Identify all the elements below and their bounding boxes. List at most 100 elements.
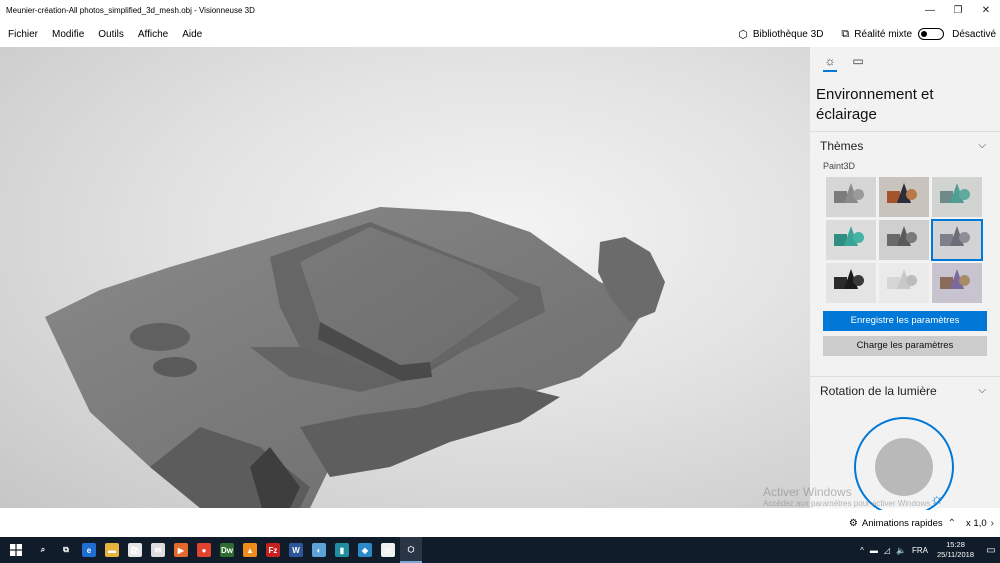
chevron-down-icon: ⌵ bbox=[978, 385, 986, 396]
menu-fichier[interactable]: Fichier bbox=[0, 29, 45, 40]
book-icon[interactable]: ▮ bbox=[331, 537, 353, 563]
book-icon-glyph: ▮ bbox=[335, 543, 349, 557]
system-tray: ^ ▬ ◿ 🔈 FRA 15:28 25/11/2018 ▭ bbox=[857, 540, 1000, 560]
theme-thumbnail[interactable] bbox=[932, 177, 982, 217]
rubble-left-2 bbox=[153, 357, 197, 377]
minimize-button[interactable]: — bbox=[916, 0, 944, 20]
word-icon[interactable]: W bbox=[285, 537, 307, 563]
filezilla-icon-glyph: Fz bbox=[266, 543, 280, 557]
layers-icon[interactable]: ◆ bbox=[354, 537, 376, 563]
thumb-sphere bbox=[906, 275, 917, 286]
chevron-up-icon[interactable]: ⌃ bbox=[948, 518, 956, 529]
3d-viewport[interactable] bbox=[0, 47, 810, 508]
mixed-reality-icon: ⧉ bbox=[841, 27, 850, 40]
thumb-sphere bbox=[906, 189, 917, 200]
volume-icon[interactable]: 🔈 bbox=[896, 546, 906, 555]
file-explorer-icon-glyph: ▬ bbox=[105, 543, 119, 557]
toggle-switch[interactable] bbox=[918, 28, 945, 40]
edge-icon[interactable]: e bbox=[78, 537, 100, 563]
chrome-icon[interactable]: ● bbox=[193, 537, 215, 563]
store-icon[interactable]: 🛍 bbox=[124, 537, 146, 563]
theme-thumbnail[interactable] bbox=[879, 220, 929, 260]
mixed-reality-label: Réalité mixte bbox=[854, 28, 913, 40]
themes-label: Thèmes bbox=[820, 138, 864, 153]
start-button[interactable] bbox=[0, 537, 32, 563]
chevron-down-icon: ⌵ bbox=[978, 140, 986, 151]
clock[interactable]: 15:28 25/11/2018 bbox=[937, 540, 974, 560]
notifications-icon[interactable]: ▭ bbox=[982, 545, 1000, 556]
taskbar: ⌕ ⧉ e ▬ 🛍 ✉ ▶ ● Dw ▲ Fz W ◐ ▮ ◆ ▱ ⬡ ^ ▬ ◿ 🔈 FRA 15:28 25… bbox=[0, 537, 1000, 563]
theme-thumbnail[interactable] bbox=[879, 263, 929, 303]
language-indicator[interactable]: FRA bbox=[912, 546, 928, 555]
thumb-sphere bbox=[853, 232, 864, 243]
clock-date: 25/11/2018 bbox=[937, 550, 974, 559]
theme-group-label: Paint3D bbox=[823, 161, 856, 171]
library-3d-button[interactable]: ⬡ Bibliothèque 3D bbox=[738, 28, 823, 41]
thumb-sphere bbox=[906, 232, 917, 243]
tab-stats[interactable]: ▭ bbox=[844, 49, 872, 73]
thumb-sphere bbox=[853, 275, 864, 286]
menu-modifie[interactable]: Modifie bbox=[45, 29, 91, 40]
task-view-icon[interactable]: ⧉ bbox=[55, 537, 77, 563]
3d-viewer-icon[interactable]: ⬡ bbox=[400, 537, 422, 563]
mixed-reality-state: Désactivé bbox=[952, 28, 996, 40]
mail-icon-glyph: ✉ bbox=[151, 543, 165, 557]
theme-thumbnail[interactable] bbox=[932, 263, 982, 303]
menu-aide[interactable]: Aide bbox=[175, 29, 209, 40]
stats-icon: ▭ bbox=[852, 54, 864, 68]
chevron-right-icon[interactable]: › bbox=[991, 518, 994, 529]
watermark-line1: Activer Windows bbox=[763, 485, 852, 499]
rubble-left bbox=[130, 323, 190, 351]
thumb-sphere bbox=[853, 189, 864, 200]
tab-environment[interactable]: ☼ bbox=[816, 49, 844, 73]
thumb-sphere bbox=[959, 232, 970, 243]
media-player-icon[interactable]: ▶ bbox=[170, 537, 192, 563]
app-icon[interactable]: ◐ bbox=[308, 537, 330, 563]
app-icon-glyph: ◐ bbox=[312, 543, 326, 557]
menu-affiche[interactable]: Affiche bbox=[131, 29, 175, 40]
theme-thumbnail[interactable] bbox=[879, 177, 929, 217]
light-rotation-label: Rotation de la lumière bbox=[820, 383, 937, 398]
mail-icon[interactable]: ✉ bbox=[147, 537, 169, 563]
theme-thumbnail[interactable] bbox=[931, 219, 983, 261]
animations-label[interactable]: Animations rapides bbox=[862, 518, 943, 529]
restore-button[interactable]: ❐ bbox=[944, 0, 972, 20]
filezilla-icon[interactable]: Fz bbox=[262, 537, 284, 563]
vlc-icon[interactable]: ▲ bbox=[239, 537, 261, 563]
wifi-icon[interactable]: ◿ bbox=[884, 546, 890, 555]
dreamweaver-icon[interactable]: Dw bbox=[216, 537, 238, 563]
panel-tabs: ☼ ▭ bbox=[810, 47, 1000, 75]
zoom-level[interactable]: x 1,0 bbox=[966, 518, 987, 529]
search-icon[interactable]: ⌕ bbox=[32, 537, 54, 563]
close-button[interactable]: ✕ bbox=[972, 0, 1000, 20]
theme-thumbnail[interactable] bbox=[826, 263, 876, 303]
battery-icon[interactable]: ▬ bbox=[870, 546, 878, 555]
thumb-sphere bbox=[959, 189, 970, 200]
light-rotation-section-header[interactable]: Rotation de la lumière ⌵ bbox=[810, 376, 1000, 404]
themes-section-header[interactable]: Thèmes ⌵ bbox=[810, 131, 1000, 159]
save-settings-button[interactable]: Enregistre les paramètres bbox=[823, 311, 987, 331]
status-bar: ⚙ Animations rapides ⌃ x 1,0 › bbox=[0, 510, 1000, 536]
animation-icon: ⚙ bbox=[848, 517, 858, 529]
taskbar-apps: ⌕ ⧉ e ▬ 🛍 ✉ ▶ ● Dw ▲ Fz W ◐ ▮ ◆ ▱ ⬡ bbox=[32, 537, 423, 563]
menu-outils[interactable]: Outils bbox=[91, 29, 131, 40]
3d-viewer-icon-glyph: ⬡ bbox=[407, 544, 415, 554]
menu-bar: Fichier Modifie Outils Affiche Aide ⬡ Bi… bbox=[0, 22, 1000, 46]
mixed-reality-toggle[interactable]: ⧉ Réalité mixte Désactivé bbox=[841, 28, 996, 41]
clock-time: 15:28 bbox=[946, 540, 965, 549]
theme-thumbnail[interactable] bbox=[826, 220, 876, 260]
thumb-sphere bbox=[959, 275, 970, 286]
file-explorer-icon[interactable]: ▬ bbox=[101, 537, 123, 563]
paint-icon[interactable]: ▱ bbox=[377, 537, 399, 563]
library-3d-label: Bibliothèque 3D bbox=[752, 28, 824, 40]
3d-model[interactable] bbox=[0, 47, 810, 508]
load-settings-button[interactable]: Charge les paramètres bbox=[823, 336, 987, 356]
theme-grid bbox=[810, 177, 1000, 303]
dreamweaver-icon-glyph: Dw bbox=[220, 543, 234, 557]
layers-icon-glyph: ◆ bbox=[358, 543, 372, 557]
theme-thumbnail[interactable] bbox=[826, 177, 876, 217]
store-icon-glyph: 🛍 bbox=[128, 543, 142, 557]
activation-watermark: Activer Windows Accédez aux paramètres p… bbox=[763, 485, 932, 508]
environment-panel: ☼ ▭ Environnement et éclairage Thèmes ⌵ … bbox=[810, 47, 1000, 517]
tray-expand-icon[interactable]: ^ bbox=[860, 546, 864, 555]
